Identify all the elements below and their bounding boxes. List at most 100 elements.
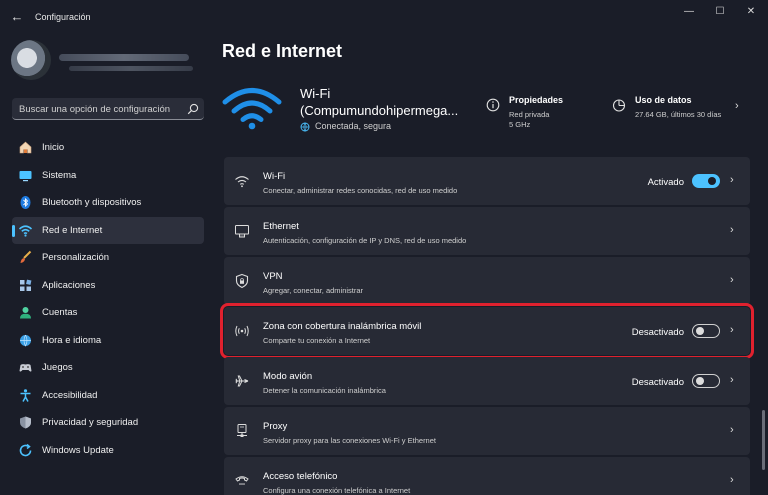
chevron-right-icon: ›: [730, 424, 734, 436]
sidebar-nav: Inicio Sistema Bluetooth y dispositivos: [12, 134, 204, 464]
sidebar-item-label: Personalización: [42, 252, 110, 263]
proxy-icon: [237, 424, 247, 437]
scrollbar[interactable]: [762, 410, 765, 470]
info-icon: [486, 98, 500, 112]
network-icon: [18, 224, 33, 237]
back-button[interactable]: ←: [9, 9, 25, 25]
search-box[interactable]: [12, 98, 204, 120]
sidebar-item-label: Cuentas: [42, 307, 78, 318]
sidebar-item-label: Inicio: [42, 142, 65, 153]
toggle-knob: [708, 177, 716, 185]
user-email-redacted: [69, 66, 193, 71]
search-input[interactable]: [19, 102, 179, 116]
close-button[interactable]: ✕: [737, 5, 765, 19]
sidebar-item-privacidad[interactable]: Privacidad y seguridad: [12, 409, 204, 437]
data-usage-link[interactable]: Uso de datos 27.64 GB, últimos 30 días ›: [612, 94, 752, 134]
system-icon: [19, 170, 32, 181]
sidebar-item-inicio[interactable]: Inicio: [12, 134, 204, 162]
update-icon: [19, 443, 32, 456]
sidebar-item-juegos[interactable]: Juegos: [12, 354, 204, 382]
properties-line: 5 GHz: [509, 120, 531, 129]
avatar: [11, 40, 51, 80]
sidebar-item-hora-e-idioma[interactable]: Hora e idioma: [12, 327, 204, 355]
row-subtitle: Servidor proxy para las conexiones Wi-Fi…: [263, 436, 436, 445]
row-title: VPN: [263, 271, 283, 282]
sidebar-item-label: Hora e idioma: [42, 334, 102, 346]
sidebar-item-accesibilidad[interactable]: Accesibilidad: [12, 382, 204, 410]
app-title: Configuración: [35, 12, 91, 22]
airplane-mode-toggle[interactable]: [692, 374, 720, 388]
toggle-knob: [696, 377, 704, 385]
sidebar-item-label: Accesibilidad: [42, 389, 98, 401]
account-icon: [20, 307, 31, 319]
row-mobile-hotspot[interactable]: Zona con cobertura inalámbrica móvil Com…: [220, 303, 754, 359]
properties-line: Red privada: [509, 110, 550, 119]
chevron-right-icon: ›: [735, 100, 739, 112]
sidebar-item-label: Bluetooth y dispositivos: [42, 197, 142, 208]
row-ethernet[interactable]: Ethernet Autenticación, configuración de…: [224, 207, 750, 255]
row-proxy[interactable]: Proxy Servidor proxy para las conexiones…: [224, 407, 750, 455]
row-airplane-mode[interactable]: Modo avión Detener la comunicación inalá…: [224, 357, 750, 405]
sidebar-item-windows-update[interactable]: Windows Update: [12, 437, 204, 465]
hotspot-toggle[interactable]: [692, 324, 720, 338]
toggle-knob: [696, 327, 704, 335]
wifi-toggle[interactable]: [692, 174, 720, 188]
sidebar-item-label: Red e Internet: [42, 224, 103, 236]
search-icon[interactable]: [187, 103, 199, 115]
accessibility-icon: [20, 388, 31, 402]
properties-link[interactable]: Propiedades Red privada 5 GHz: [486, 94, 596, 134]
chevron-right-icon: ›: [730, 324, 734, 336]
data-usage-value: 27.64 GB, últimos 30 días: [635, 110, 722, 119]
sidebar-item-sistema[interactable]: Sistema: [12, 162, 204, 190]
shield-icon: [20, 416, 31, 429]
globe-icon: [300, 122, 310, 132]
wifi-large-icon: [222, 88, 282, 130]
row-wifi[interactable]: Wi-Fi Conectar, administrar redes conoci…: [224, 157, 750, 205]
sidebar-item-personalizacion[interactable]: Personalización: [12, 244, 204, 272]
sidebar-item-cuentas[interactable]: Cuentas: [12, 299, 204, 327]
row-title: Zona con cobertura inalámbrica móvil: [263, 321, 422, 332]
row-title: Ethernet: [263, 221, 299, 232]
row-subtitle: Agregar, conectar, administrar: [263, 286, 364, 295]
user-profile[interactable]: [11, 40, 193, 84]
row-subtitle: Detener la comunicación inalámbrica: [263, 386, 386, 395]
row-status: Desactivado: [631, 327, 684, 338]
row-vpn[interactable]: VPN Agregar, conectar, administrar ›: [224, 257, 750, 305]
chevron-right-icon: ›: [730, 174, 734, 186]
row-title: Acceso telefónico: [263, 471, 338, 482]
sidebar-item-label: Aplicaciones: [42, 279, 96, 291]
minimize-button[interactable]: —: [675, 5, 703, 19]
bluetooth-icon: [20, 196, 31, 209]
user-name-redacted: [59, 54, 189, 61]
row-title: Wi-Fi: [263, 171, 286, 182]
maximize-button[interactable]: ☐: [706, 5, 734, 19]
pie-chart-icon: [612, 99, 626, 112]
brush-icon: [20, 250, 32, 263]
chevron-right-icon: ›: [730, 474, 734, 486]
globe-clock-icon: [20, 334, 31, 347]
apps-icon: [20, 279, 32, 291]
dialup-icon: [235, 476, 249, 485]
title-bar: ← Configuración — ☐ ✕: [0, 0, 768, 34]
row-dial-up[interactable]: Acceso telefónico Configura una conexión…: [224, 457, 750, 495]
row-status: Desactivado: [631, 377, 684, 388]
sidebar-item-label: Windows Update: [42, 444, 114, 456]
row-status: Activado: [647, 177, 684, 188]
sidebar-item-red-e-internet[interactable]: Red e Internet: [12, 216, 204, 244]
row-subtitle: Comparte tu conexión a Internet: [263, 336, 371, 345]
settings-list: Wi-Fi Conectar, administrar redes conoci…: [220, 157, 754, 495]
connected-network-name: Wi-Fi (Compumundohipermega...: [300, 86, 459, 118]
sidebar-item-aplicaciones[interactable]: Aplicaciones: [12, 272, 204, 300]
row-subtitle: Conectar, administrar redes conocidas, r…: [263, 186, 458, 195]
vpn-shield-icon: [235, 273, 249, 289]
home-icon: [19, 141, 32, 154]
sidebar-item-bluetooth[interactable]: Bluetooth y dispositivos: [12, 189, 204, 217]
chevron-right-icon: ›: [730, 274, 734, 286]
page-title: Red e Internet: [222, 41, 343, 61]
gamepad-icon: [19, 364, 32, 372]
properties-title: Propiedades: [509, 95, 564, 105]
sidebar-item-label: Sistema: [42, 169, 77, 181]
row-title: Proxy: [263, 421, 288, 432]
ethernet-icon: [235, 225, 249, 238]
airplane-icon: [235, 375, 249, 387]
